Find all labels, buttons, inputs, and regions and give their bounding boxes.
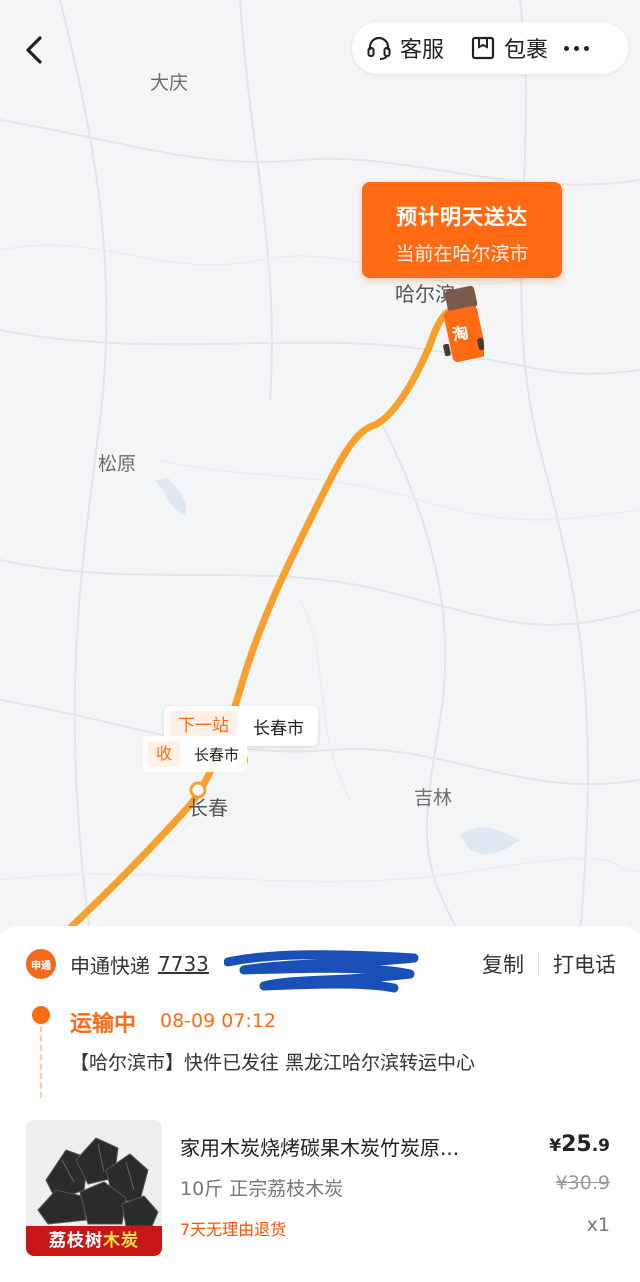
more-options-button[interactable] (564, 45, 590, 51)
city-jilin: 吉林 (414, 787, 453, 809)
banner-text-a: 荔枝树 (49, 1231, 103, 1251)
more-dots-icon (564, 45, 570, 51)
back-arrow-icon (26, 36, 42, 64)
next-stop-city: 长春市 (253, 718, 304, 739)
action-divider (538, 953, 539, 975)
city-changchun: 长春 (188, 796, 228, 820)
tracking-number[interactable]: 7733 (158, 952, 209, 976)
status-title: 运输中 (70, 1012, 137, 1037)
redaction-scribble (224, 950, 419, 993)
city-daqing: 大庆 (150, 72, 189, 94)
package-icon (470, 35, 496, 61)
product-title[interactable]: 家用木炭烧烤碳果木炭竹炭原... (180, 1132, 520, 1161)
status-time: 08-09 07:12 (160, 1010, 277, 1032)
package-button[interactable]: 包裹 (470, 32, 548, 64)
topbar-actions: 客服 包裹 (352, 22, 628, 74)
original-price: ¥30.9 (555, 1172, 610, 1194)
product-image[interactable]: 荔枝树木炭 (26, 1120, 162, 1256)
product-card[interactable]: 荔枝树木炭 家用木炭烧烤碳果木炭竹炭原... 10斤 正宗荔枝木炭 7天无理由退… (26, 1120, 616, 1260)
banner-text-b: 木炭 (103, 1231, 139, 1251)
eta-subtitle: 当前在哈尔滨市 (395, 243, 529, 265)
product-price: ¥25.9 (549, 1132, 610, 1157)
product-image-banner: 荔枝树木炭 (26, 1226, 162, 1256)
eta-bubble: 预计明天送达 当前在哈尔滨市 (362, 182, 562, 278)
map-background (0, 0, 640, 935)
status-detail: 【哈尔滨市】快件已发往 黑龙江哈尔滨转运中心 (70, 1052, 476, 1074)
package-label: 包裹 (504, 38, 549, 63)
price-currency: ¥ (549, 1136, 562, 1156)
customer-service-label: 客服 (400, 38, 445, 63)
eta-title: 预计明天送达 (396, 205, 528, 229)
receive-label: 收 长春市 (143, 736, 248, 772)
copy-button[interactable]: 复制 (482, 949, 524, 979)
courier-actions: 复制 打电话 (482, 946, 616, 982)
courier-name: 申通快递 (70, 953, 150, 978)
back-button[interactable] (14, 30, 54, 70)
courier-logo: 申通 (26, 949, 56, 979)
call-button[interactable]: 打电话 (553, 949, 616, 979)
return-policy-badge: 7天无理由退货 (180, 1220, 287, 1239)
delivery-truck-icon[interactable]: 淘 (442, 284, 487, 366)
price-decimal: .9 (591, 1136, 610, 1156)
receive-city: 长春市 (194, 745, 240, 764)
quantity: x1 (586, 1214, 610, 1236)
shipment-sheet: 申通 申通快递 7733 复制 打电话 运输中 08-09 07:12 【哈尔滨… (0, 926, 640, 1282)
charcoal-image (26, 1120, 162, 1227)
status-dot (32, 1006, 50, 1024)
product-spec: 10斤 正宗荔枝木炭 (180, 1178, 344, 1200)
customer-service-button[interactable]: 客服 (366, 32, 444, 64)
timeline-line (40, 1026, 42, 1098)
price-integer: 25 (561, 1132, 592, 1157)
logistics-map[interactable]: 大庆 哈尔滨 松原 长春 吉林 淘 预计明天送达 当前在哈尔滨市 下一站 长春市… (0, 0, 640, 935)
headset-icon (366, 35, 392, 61)
receive-tag: 收 (148, 741, 181, 767)
city-songyuan: 松原 (98, 453, 137, 475)
